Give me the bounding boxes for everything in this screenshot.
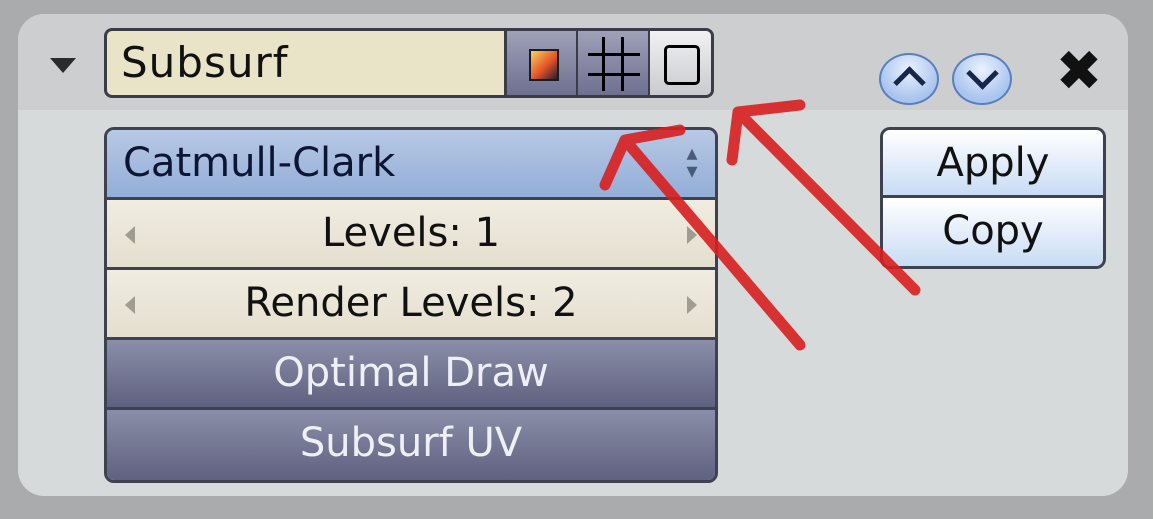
levels-label: Levels: 1 bbox=[321, 210, 501, 256]
triangle-down-icon[interactable] bbox=[50, 58, 76, 73]
close-icon: ✖ bbox=[1055, 39, 1103, 104]
subsurf-uv-toggle[interactable]: Subsurf UV bbox=[107, 410, 715, 480]
decrement-arrow-icon[interactable] bbox=[125, 226, 135, 244]
up-down-arrows-icon: ▴ ▾ bbox=[686, 141, 698, 184]
levels-field[interactable]: Levels: 1 bbox=[107, 200, 715, 270]
copy-button[interactable]: Copy bbox=[883, 198, 1103, 266]
editmode-toggle-button[interactable] bbox=[576, 31, 648, 95]
cage-icon bbox=[664, 45, 700, 85]
chevron-down-icon bbox=[966, 57, 999, 90]
modifier-panel: Subsurf ✖ Catmull-Clark ▴ ▾ Levels: 1 Re… bbox=[18, 14, 1128, 496]
increment-arrow-icon[interactable] bbox=[687, 226, 697, 244]
render-levels-field[interactable]: Render Levels: 2 bbox=[107, 270, 715, 340]
increment-arrow-icon[interactable] bbox=[687, 296, 697, 314]
modifier-settings-stack: Catmull-Clark ▴ ▾ Levels: 1 Render Levels… bbox=[104, 127, 718, 483]
apply-button[interactable]: Apply bbox=[883, 130, 1103, 198]
action-buttons: Apply Copy bbox=[880, 127, 1106, 269]
subdivision-type-menu[interactable]: Catmull-Clark ▴ ▾ bbox=[107, 130, 715, 200]
subdivision-type-label: Catmull-Clark bbox=[123, 140, 396, 186]
modifier-name-field[interactable]: Subsurf bbox=[104, 28, 504, 98]
grid-icon bbox=[588, 37, 640, 91]
render-levels-label: Render Levels: 2 bbox=[244, 280, 578, 326]
visibility-toggles bbox=[504, 28, 714, 98]
delete-button[interactable]: ✖ bbox=[1053, 42, 1105, 102]
decrement-arrow-icon[interactable] bbox=[125, 296, 135, 314]
move-up-button[interactable] bbox=[879, 53, 939, 105]
chevron-up-icon bbox=[893, 66, 926, 99]
optimal-draw-toggle[interactable]: Optimal Draw bbox=[107, 340, 715, 410]
render-icon bbox=[529, 49, 559, 81]
move-down-button[interactable] bbox=[952, 53, 1012, 105]
render-toggle-button[interactable] bbox=[504, 31, 576, 95]
cage-toggle-button[interactable] bbox=[648, 31, 711, 95]
